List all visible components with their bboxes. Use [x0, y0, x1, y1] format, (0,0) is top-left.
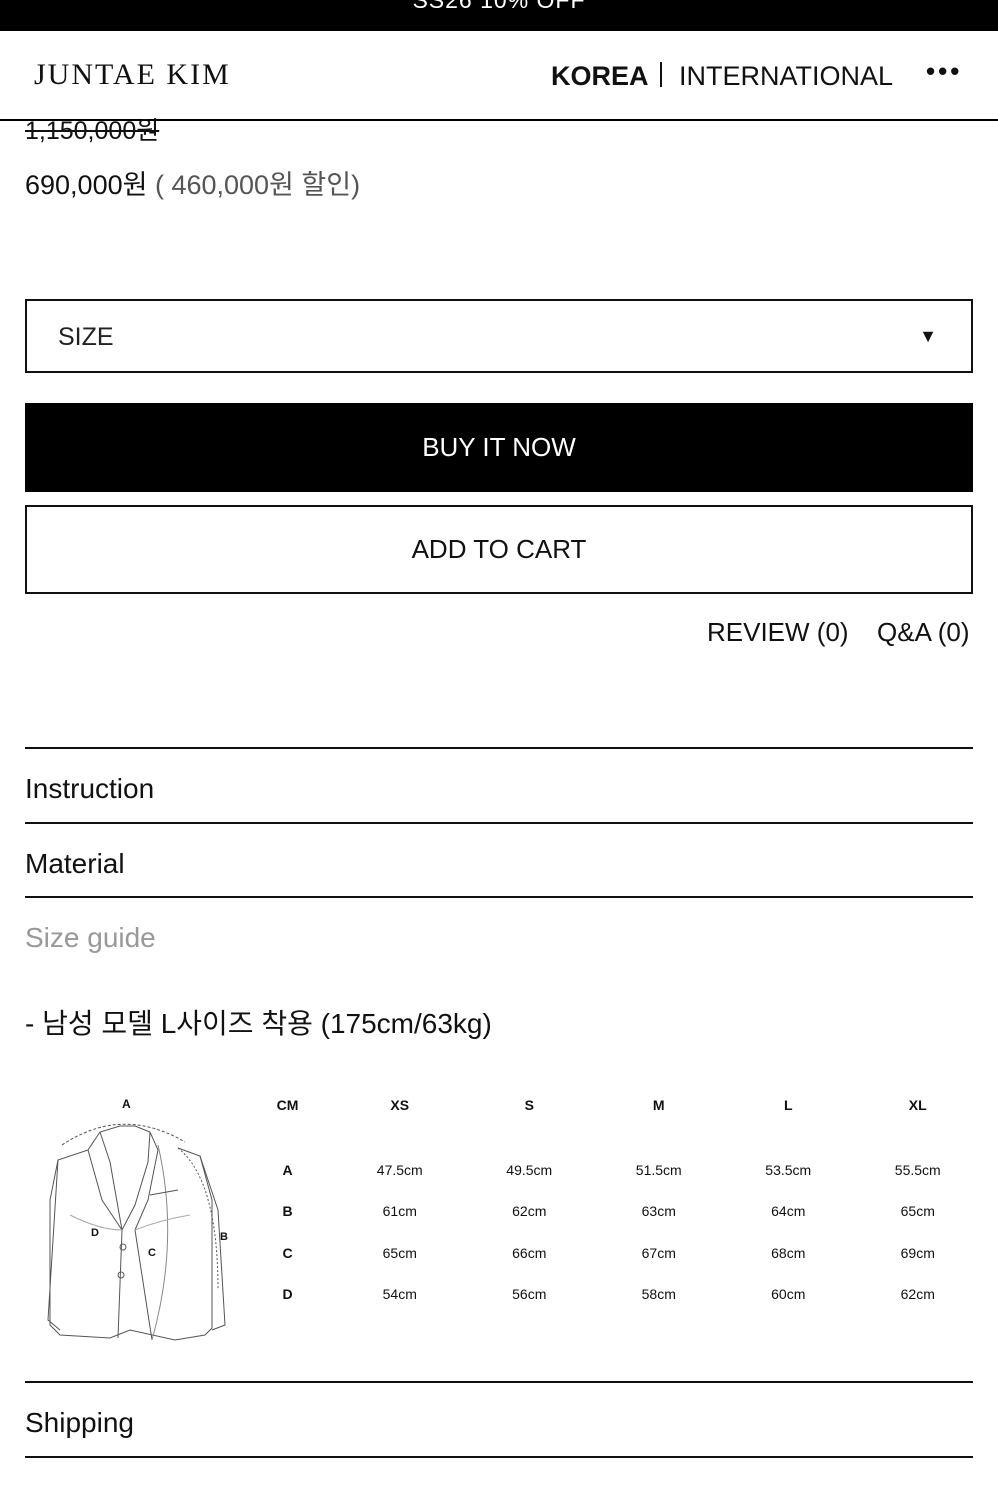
region-divider — [660, 62, 662, 87]
table-cell: 55.5cm — [894, 1161, 941, 1178]
table-cell: 65cm — [900, 1203, 935, 1220]
discount-amount: ( 460,000원 할인) — [154, 170, 361, 200]
table-header-cell: S — [524, 1097, 534, 1113]
size-select-label: SIZE — [58, 323, 114, 351]
jacket-measurement-diagram: A B C D — [47, 1097, 228, 1341]
qa-link[interactable]: Q&A (0) — [877, 617, 969, 648]
size-select[interactable]: SIZE ▼ — [25, 299, 973, 373]
table-cell: 60cm — [771, 1286, 806, 1303]
table-cell: 62cm — [900, 1286, 935, 1303]
table-cell: 58cm — [641, 1286, 676, 1303]
table-cell: 49.5cm — [506, 1161, 553, 1178]
table-row-label: A — [282, 1161, 293, 1178]
table-cell: 47.5cm — [376, 1161, 423, 1178]
more-menu-icon[interactable]: ••• — [926, 56, 962, 87]
table-cell: 66cm — [512, 1244, 547, 1261]
model-fit-note: - 남성 모델 L사이즈 착용 (175cm/63kg) — [25, 1008, 492, 1039]
table-header-cell: CM — [276, 1097, 299, 1113]
size-table-header: CM XS S M L XL — [240, 1085, 983, 1125]
table-cell: 64cm — [771, 1203, 806, 1220]
site-header: JUNTAE KIM KOREA INTERNATIONAL ••• — [0, 31, 998, 121]
divider — [25, 1456, 973, 1458]
table-cell: 56cm — [512, 1286, 547, 1303]
table-row-label: D — [282, 1286, 293, 1303]
divider — [25, 1381, 973, 1383]
table-row: A 47.5cm 49.5cm 51.5cm 53.5cm 55.5cm — [240, 1149, 983, 1191]
table-cell: 62cm — [512, 1203, 547, 1220]
size-guide-section-toggle[interactable]: Size guide — [25, 922, 156, 954]
diagram-label-c: C — [148, 1247, 156, 1259]
promo-bar[interactable]: SS26 10% OFF — [0, 0, 998, 31]
table-cell: 53.5cm — [765, 1161, 812, 1178]
table-header-cell: XL — [908, 1097, 927, 1113]
region-korea-link[interactable]: KOREA — [551, 61, 649, 92]
divider — [25, 822, 973, 824]
table-cell: 67cm — [641, 1244, 676, 1261]
buy-now-button[interactable]: BUY IT NOW — [25, 403, 973, 492]
table-cell: 51.5cm — [635, 1161, 682, 1178]
table-header-cell: M — [652, 1097, 665, 1113]
table-row: C 65cm 66cm 67cm 68cm 69cm — [240, 1232, 983, 1274]
table-cell: 54cm — [382, 1286, 417, 1303]
instruction-section-toggle[interactable]: Instruction — [25, 773, 154, 805]
brand-logo[interactable]: JUNTAE KIM — [34, 58, 231, 92]
table-cell: 61cm — [382, 1203, 417, 1220]
table-header-cell: XS — [390, 1097, 410, 1113]
chevron-down-icon: ▼ — [919, 326, 937, 346]
table-cell: 69cm — [900, 1244, 935, 1261]
table-spacer — [240, 1125, 983, 1149]
table-cell: 68cm — [771, 1244, 806, 1261]
table-row: D 54cm 56cm 58cm 60cm 62cm — [240, 1274, 983, 1316]
add-to-cart-button[interactable]: ADD TO CART — [25, 505, 973, 594]
material-section-toggle[interactable]: Material — [25, 848, 125, 880]
promo-text: SS26 10% OFF — [412, 0, 586, 13]
price-line: 690,000원 ( 460,000원 할인) — [25, 163, 360, 202]
diagram-label-a: A — [122, 1097, 131, 1111]
table-cell: 63cm — [641, 1203, 676, 1220]
sale-price: 690,000원 — [25, 170, 148, 200]
table-row-label: C — [282, 1244, 293, 1261]
size-table: CM XS S M L XL A 47.5cm 49.5cm 51.5cm 53… — [240, 1085, 983, 1315]
shipping-section-toggle[interactable]: Shipping — [25, 1407, 134, 1439]
table-row-label: B — [282, 1203, 293, 1220]
table-row: B 61cm 62cm 63cm 64cm 65cm — [240, 1191, 983, 1233]
divider — [25, 896, 973, 898]
review-link[interactable]: REVIEW (0) — [707, 617, 849, 648]
table-cell: 65cm — [382, 1244, 417, 1261]
divider — [25, 747, 973, 749]
diagram-label-d: D — [91, 1227, 99, 1239]
diagram-label-b: B — [220, 1231, 228, 1243]
region-international-link[interactable]: INTERNATIONAL — [679, 61, 893, 92]
table-header-cell: L — [783, 1097, 793, 1113]
original-price: 1,150,000원 — [25, 117, 160, 145]
